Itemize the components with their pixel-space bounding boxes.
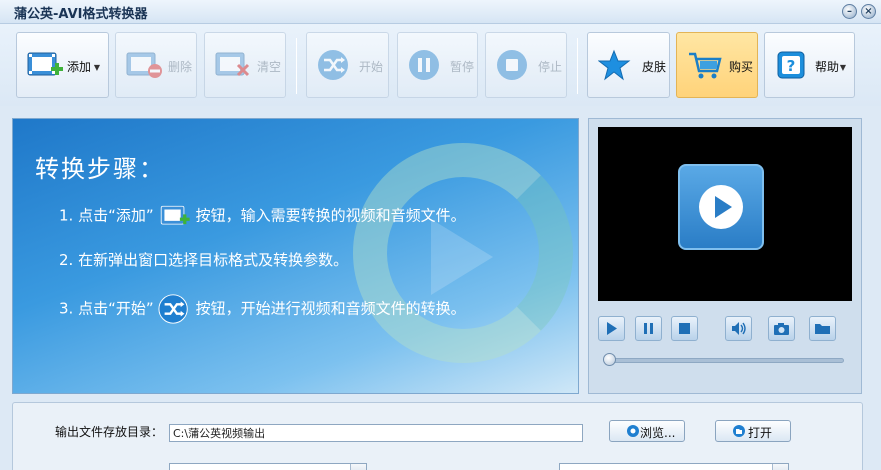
- help-label: 帮助: [815, 60, 840, 74]
- instruction-step-2: 2. 在新弹出窗口选择目标格式及转换参数。: [59, 251, 349, 269]
- title-bar: 蒲公英-AVI格式转换器 – ×: [0, 0, 881, 24]
- instruction-heading: 转换步骤：: [35, 155, 165, 183]
- chevron-down-icon: [772, 464, 788, 470]
- folder-icon: [815, 324, 830, 334]
- toolbar-separator: [296, 38, 297, 94]
- volume-icon: [732, 322, 746, 335]
- open-button[interactable]: 打开: [715, 420, 791, 442]
- chevron-down-icon: ▼: [839, 63, 846, 72]
- snapshot-button[interactable]: [768, 316, 795, 341]
- stop-label: 停止: [538, 60, 563, 74]
- pause-button[interactable]: 暂停: [397, 32, 478, 98]
- delete-label: 删除: [168, 60, 193, 74]
- play-button[interactable]: [598, 316, 625, 341]
- cart-icon: [689, 52, 722, 79]
- chevron-down-icon: [350, 464, 366, 470]
- add-video-icon: [27, 52, 63, 76]
- open-label: 打开: [748, 426, 773, 440]
- toolbar-separator: [577, 38, 578, 94]
- start-label: 开始: [359, 60, 384, 74]
- seek-slider-thumb[interactable]: [603, 353, 616, 366]
- buy-button[interactable]: 购买: [676, 32, 758, 98]
- video-screen: [598, 127, 852, 301]
- help-button[interactable]: ? 帮助 ▼: [764, 32, 855, 98]
- step1-text-a: 1. 点击“添加”: [59, 206, 154, 225]
- help-icon: ?: [777, 51, 805, 79]
- folder-button[interactable]: [809, 316, 836, 341]
- browse-button[interactable]: 浏览...: [609, 420, 685, 442]
- stop-icon: [497, 50, 527, 80]
- toolbar: 添加 ▼ 删除 清空 开始 暂停 停止 皮肤 购买 ? 帮助 ▼: [0, 24, 881, 106]
- add-label: 添加: [67, 60, 92, 74]
- skin-label: 皮肤: [642, 60, 667, 74]
- output-dir-field[interactable]: [169, 424, 583, 442]
- exists-action-select[interactable]: [559, 463, 789, 470]
- skin-button[interactable]: 皮肤: [587, 32, 670, 98]
- add-button[interactable]: 添加 ▼: [16, 32, 109, 98]
- instruction-step-1: 1. 点击“添加” 按钮，输入需要转换的视频和音频文件。: [59, 203, 466, 229]
- instruction-panel: 转换步骤： 1. 点击“添加” 按钮，输入需要转换的视频和音频文件。 2. 在新…: [12, 118, 579, 394]
- step1-text-b: 按钮，输入需要转换的视频和音频文件。: [195, 206, 466, 225]
- star-icon: [598, 49, 631, 81]
- delete-button[interactable]: 删除: [115, 32, 197, 98]
- open-folder-icon: [733, 425, 745, 437]
- chevron-down-icon: ▼: [93, 63, 100, 72]
- stop-icon: [679, 323, 690, 334]
- volume-button[interactable]: [725, 316, 752, 341]
- svg-text:?: ?: [787, 57, 796, 75]
- stop-button[interactable]: [671, 316, 698, 341]
- step3-text-a: 3. 点击“开始”: [59, 299, 154, 318]
- clear-video-icon: [215, 52, 250, 77]
- add-video-icon: [160, 205, 190, 225]
- buy-label: 购买: [729, 60, 754, 74]
- stop-button[interactable]: 停止: [485, 32, 567, 98]
- clear-label: 清空: [257, 60, 282, 74]
- seek-track[interactable]: [606, 358, 844, 363]
- decorative-play-icon: [431, 219, 493, 295]
- minimize-icon[interactable]: –: [842, 4, 857, 19]
- window-title: 蒲公英-AVI格式转换器: [14, 7, 148, 22]
- play-icon[interactable]: [678, 164, 764, 250]
- shuffle-start-icon: [158, 294, 188, 324]
- instruction-step-3: 3. 点击“开始” 按钮，开始进行视频和音频文件的转换。: [59, 293, 466, 325]
- shuffle-start-icon: [318, 50, 348, 80]
- pause-label: 暂停: [450, 60, 475, 74]
- step3-text-b: 按钮，开始进行视频和音频文件的转换。: [195, 299, 466, 318]
- browse-label: 浏览...: [640, 426, 676, 440]
- start-button[interactable]: 开始: [306, 32, 389, 98]
- pause-button[interactable]: [635, 316, 662, 341]
- play-icon: [607, 322, 617, 335]
- output-dir-label: 输出文件存放目录：: [55, 425, 164, 439]
- camera-icon: [774, 323, 789, 335]
- browse-icon: [627, 425, 639, 437]
- pause-icon: [644, 323, 653, 334]
- output-panel: 输出文件存放目录： 浏览... 打开: [12, 402, 863, 470]
- clear-button[interactable]: 清空: [204, 32, 286, 98]
- delete-video-icon: [126, 52, 162, 78]
- after-convert-select[interactable]: [169, 463, 367, 470]
- preview-panel: [588, 118, 862, 394]
- pause-icon: [409, 50, 439, 80]
- close-icon[interactable]: ×: [861, 4, 876, 19]
